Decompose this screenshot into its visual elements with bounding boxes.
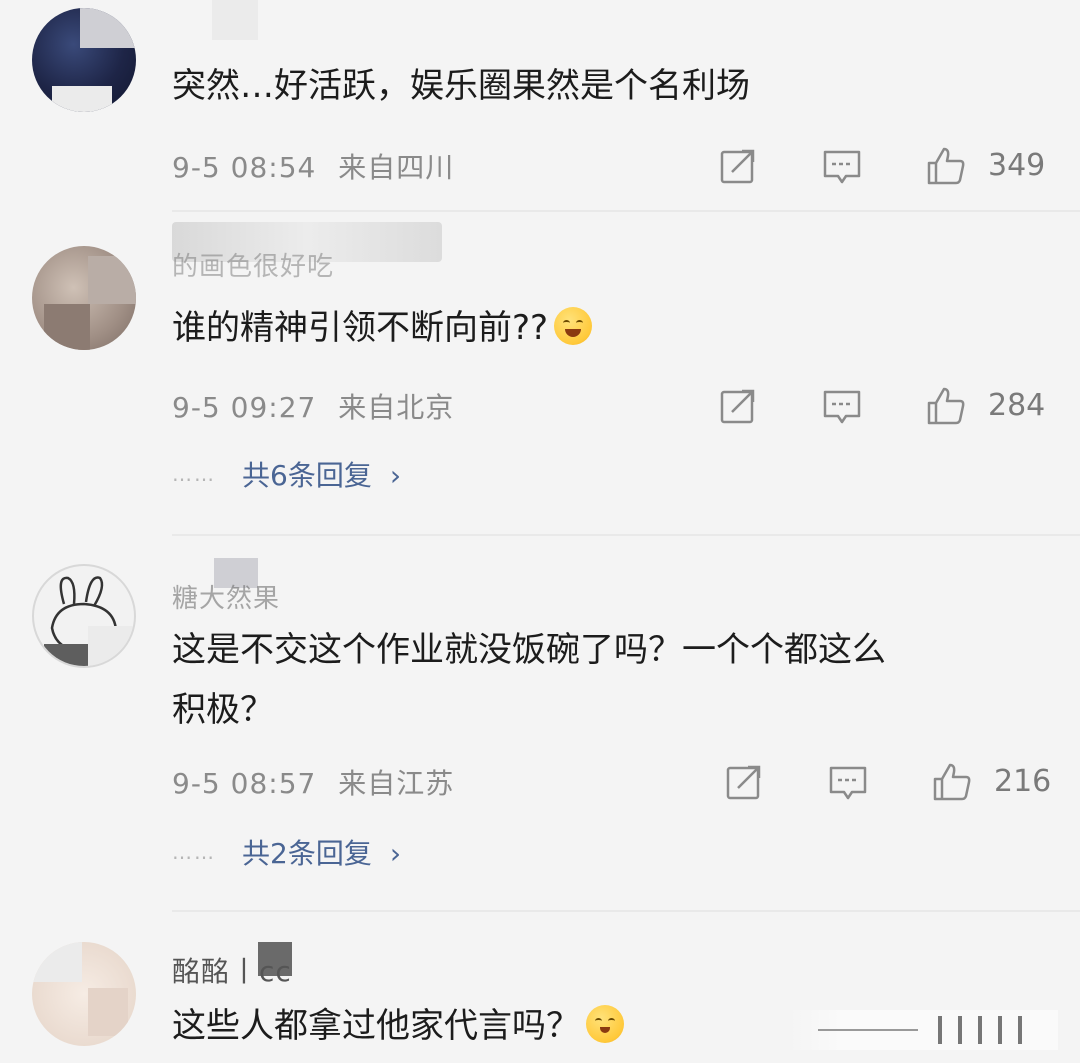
like-count: 284 [988, 388, 1046, 423]
comment-icon[interactable] [822, 386, 862, 426]
avatar-mosaic [88, 988, 128, 1036]
indicator-line [818, 1029, 918, 1031]
dots-icon: …… [172, 462, 216, 486]
view-replies-link[interactable]: …… 共6条回复 › [172, 454, 401, 496]
comment-text: 突然…好活跃，娱乐圈果然是个名利场 [172, 66, 750, 106]
avatar-mosaic [80, 8, 136, 48]
username[interactable]: 糖大然果 [172, 578, 280, 615]
dots-icon: …… [172, 840, 216, 864]
comment-location: 来自四川 [338, 151, 455, 184]
indicator-tick [998, 1016, 1002, 1044]
avatar-mosaic [32, 942, 82, 982]
comment-feed: 突然…好活跃，娱乐圈果然是个名利场 9-5 08:54 来自四川 349 的画色… [0, 0, 1080, 1063]
avatar-mosaic [88, 256, 136, 304]
comment-text-body: 这些人都拿过他家代言吗？ [172, 1006, 580, 1046]
username-mosaic [212, 0, 258, 40]
laugh-cry-emoji [554, 307, 593, 345]
comment-text-line: 积极？ [172, 690, 274, 730]
comment-item: 糖大然果 这是不交这个作业就没饭碗了吗？一个个都这么 积极？ 9-5 08:57… [0, 534, 1080, 912]
comment-icon[interactable] [828, 762, 868, 802]
comment-meta: 9-5 08:57 来自江苏 [172, 762, 454, 802]
like-count: 349 [988, 148, 1046, 183]
thumbs-up-icon[interactable] [926, 146, 966, 186]
share-icon[interactable] [718, 386, 758, 426]
indicator-tick [1018, 1016, 1022, 1044]
comment-meta: 9-5 08:54 来自四川 [172, 146, 454, 186]
thumbs-up-icon[interactable] [926, 386, 966, 426]
chevron-right-icon: › [389, 459, 402, 492]
comment-time: 9-5 08:54 [172, 151, 317, 184]
avatar[interactable] [32, 942, 136, 1046]
avatar[interactable] [32, 246, 136, 350]
scroll-indicator [788, 1010, 1058, 1050]
comment-location: 来自北京 [338, 391, 455, 424]
comment-time: 9-5 09:27 [172, 391, 317, 424]
comment-text-body: 谁的精神引领不断向前?? [172, 308, 549, 348]
comment-actions: 216 [724, 760, 1054, 804]
reply-count: 共2条回复 [242, 837, 372, 870]
comment-text: 这是不交这个作业就没饭碗了吗？一个个都这么 积极？ [172, 620, 1032, 740]
shush-emoji [586, 1005, 624, 1043]
avatar-mosaic [44, 304, 90, 350]
username[interactable]: 酩酩丨cc [172, 950, 292, 990]
username[interactable]: 的画色很好吃 [172, 246, 334, 283]
thumbs-up-icon[interactable] [932, 762, 972, 802]
comment-actions: 349 [718, 144, 1048, 188]
avatar-mosaic [44, 644, 88, 666]
avatar[interactable] [32, 564, 136, 668]
comment-actions: 284 [718, 384, 1048, 428]
avatar-mosaic [52, 86, 112, 112]
avatar[interactable] [32, 8, 136, 112]
comment-meta: 9-5 09:27 来自北京 [172, 386, 454, 426]
share-icon[interactable] [724, 762, 764, 802]
indicator-tick [938, 1016, 942, 1044]
comment-time: 9-5 08:57 [172, 767, 317, 800]
avatar-mosaic [88, 626, 134, 666]
indicator-tick [958, 1016, 962, 1044]
share-icon[interactable] [718, 146, 758, 186]
comment-location: 来自江苏 [338, 767, 455, 800]
chevron-right-icon: › [389, 837, 402, 870]
like-count: 216 [994, 764, 1052, 799]
comment-item: 突然…好活跃，娱乐圈果然是个名利场 9-5 08:54 来自四川 349 [0, 0, 1080, 210]
comment-icon[interactable] [822, 146, 862, 186]
indicator-tick [978, 1016, 982, 1044]
view-replies-link[interactable]: …… 共2条回复 › [172, 832, 401, 874]
reply-count: 共6条回复 [242, 459, 372, 492]
comment-text: 谁的精神引领不断向前?? [172, 298, 1032, 358]
comment-text-line: 这是不交这个作业就没饭碗了吗？一个个都这么 [172, 630, 886, 670]
comment-item: 的画色很好吃 谁的精神引领不断向前?? 9-5 09:27 来自北京 284 …… [0, 212, 1080, 534]
